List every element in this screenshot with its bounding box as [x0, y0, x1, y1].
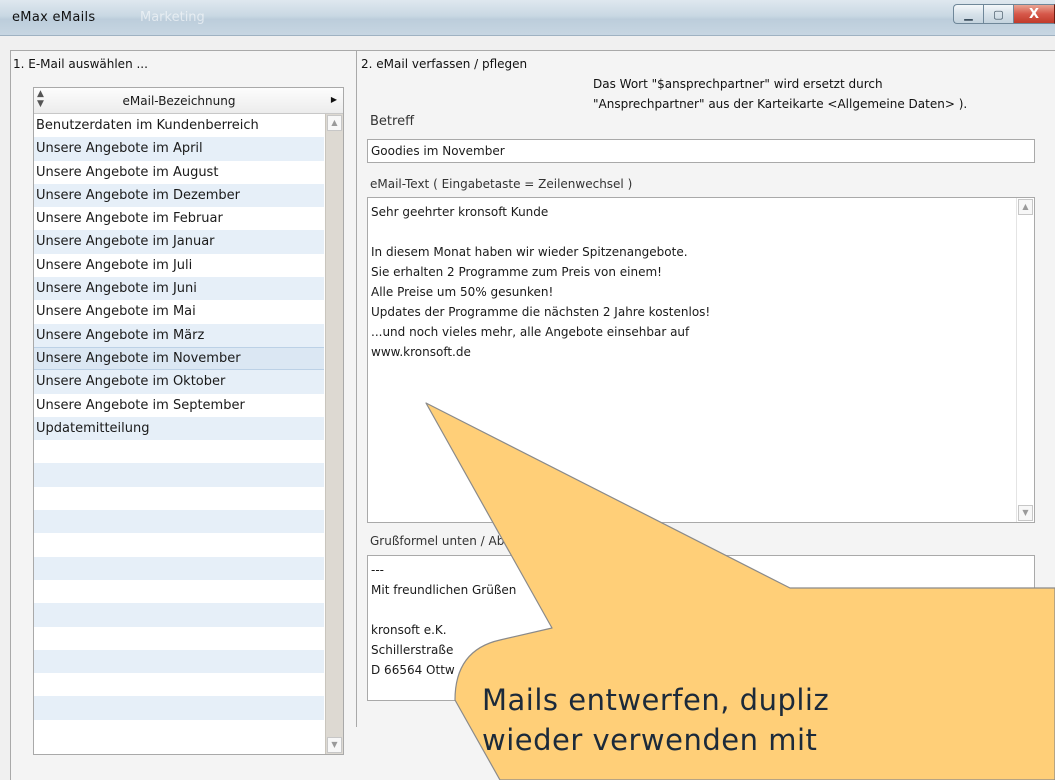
list-item[interactable]: Unsere Angebote im Oktober: [34, 370, 324, 394]
window-title: eMax eMails: [12, 10, 96, 25]
subject-value: Goodies im November: [371, 144, 505, 158]
list-item[interactable]: Unsere Angebote im Juni: [34, 277, 324, 301]
body-line: www.kronsoft.de: [371, 345, 471, 359]
close-icon: X: [1028, 6, 1040, 22]
body-line: Alle Preise um 50% gesunken!: [371, 285, 554, 299]
panel-divider: [356, 51, 357, 727]
callout-line-1: Mails entwerfen, dupliz: [482, 683, 830, 717]
section-title-compose: 2. eMail verfassen / pflegen: [361, 57, 528, 71]
body-line: Sie erhalten 2 Programme zum Preis von e…: [371, 265, 662, 279]
empty-list-row: [34, 580, 324, 603]
list-item[interactable]: Unsere Angebote im November: [34, 346, 324, 371]
subject-input[interactable]: Goodies im November: [367, 139, 1035, 163]
list-item[interactable]: Unsere Angebote im Januar: [34, 230, 324, 254]
close-button[interactable]: X: [1013, 4, 1055, 24]
minimize-button[interactable]: ▁: [953, 4, 983, 24]
hint-line-2: "Ansprechpartner" aus der Karteikarte <A…: [593, 97, 968, 111]
empty-list-row: [34, 556, 324, 580]
list-rows: Benutzerdaten im Kundenberreich Unsere An…: [34, 114, 324, 743]
scroll-down-icon[interactable]: ▼: [1018, 505, 1033, 521]
list-item[interactable]: Unsere Angebote im September: [34, 394, 324, 417]
list-item[interactable]: Unsere Angebote im Februar: [34, 207, 324, 230]
empty-list-row: [34, 510, 324, 534]
empty-list-row: [34, 440, 324, 463]
list-item[interactable]: Unsere Angebote im August: [34, 161, 324, 184]
footer-text: --- Mit freundlichen Grüßen kronsoft e.K. S…: [371, 560, 1034, 680]
body-textarea[interactable]: Sehr geehrter kronsoft Kunde In diesem Mo…: [367, 197, 1035, 523]
main-frame: 1. E-Mail auswählen ... ▲ ▼ eMail-Bezeich…: [10, 50, 1055, 780]
column-header[interactable]: ▲ ▼ eMail-Bezeichnung ▶: [34, 88, 343, 114]
scroll-up-icon[interactable]: ▲: [327, 115, 342, 131]
maximize-icon: ▢: [993, 7, 1004, 21]
column-header-label: eMail-Bezeichnung: [122, 94, 236, 108]
window-title-ghost: Marketing: [140, 10, 205, 25]
empty-list-row: [34, 673, 324, 696]
list-item[interactable]: Unsere Angebote im Juli: [34, 254, 324, 277]
footer-line: ---: [371, 563, 384, 577]
hint-line-1: Das Wort "$ansprechpartner" wird ersetzt…: [593, 77, 883, 91]
body-line: Sehr geehrter kronsoft Kunde: [371, 205, 549, 219]
minimize-icon: ▁: [964, 7, 973, 21]
body-text: Sehr geehrter kronsoft Kunde In diesem Mo…: [371, 202, 1034, 362]
footer-line: D 66564 Ottw: [371, 663, 455, 677]
empty-list-row: [34, 720, 324, 743]
maximize-button[interactable]: ▢: [983, 4, 1013, 24]
scroll-down-icon[interactable]: ▼: [327, 737, 342, 753]
list-item[interactable]: Updatemitteilung: [34, 416, 324, 441]
callout-line-2: wieder verwenden mit: [482, 723, 818, 757]
body-scrollbar[interactable]: ▲ ▼: [1016, 198, 1034, 522]
scroll-up-icon[interactable]: ▲: [1018, 199, 1033, 215]
footer-line: Schillerstraße: [371, 643, 454, 657]
empty-list-row: [34, 649, 324, 674]
empty-list-row: [34, 603, 324, 627]
section-title-select: 1. E-Mail auswählen ...: [13, 57, 148, 71]
list-scrollbar[interactable]: ▲ ▼: [325, 114, 343, 754]
list-item[interactable]: Benutzerdaten im Kundenberreich: [34, 114, 324, 137]
body-line: [371, 222, 1034, 242]
empty-list-row: [34, 696, 324, 720]
subject-label: Betreff: [370, 114, 415, 129]
empty-list-row: [34, 533, 324, 556]
body-label: eMail-Text ( Eingabetaste = Zeilenwechse…: [370, 177, 633, 191]
footer-line: Mit freundlichen Grüßen: [371, 583, 517, 597]
title-bar: eMax eMails Marketing ▁ ▢ X: [0, 0, 1055, 36]
body-line: ...und noch vieles mehr, alle Angebote e…: [371, 325, 690, 339]
list-item[interactable]: Unsere Angebote im Mai: [34, 300, 324, 323]
empty-list-row: [34, 463, 324, 487]
footer-line: kronsoft e.K.: [371, 623, 447, 637]
list-item[interactable]: Unsere Angebote im Dezember: [34, 183, 324, 208]
empty-list-row: [34, 487, 324, 510]
email-list[interactable]: ▲ ▼ eMail-Bezeichnung ▶ Benutzerdaten im …: [33, 87, 344, 755]
body-line: In diesem Monat haben wir wieder Spitzen…: [371, 245, 688, 259]
callout-text: Mails entwerfen, dupliz wieder verwenden…: [482, 680, 1055, 760]
body-line: Updates der Programme die nächsten 2 Jah…: [371, 305, 711, 319]
list-item[interactable]: Unsere Angebote im März: [34, 323, 324, 347]
window-controls: ▁ ▢ X: [953, 4, 1055, 26]
footer-line: [371, 600, 1034, 620]
list-item[interactable]: Unsere Angebote im April: [34, 137, 324, 161]
footer-label: Grußformel unten / Absende: [370, 534, 541, 548]
empty-list-row: [34, 627, 324, 650]
arrow-right-icon[interactable]: ▶: [331, 95, 337, 104]
